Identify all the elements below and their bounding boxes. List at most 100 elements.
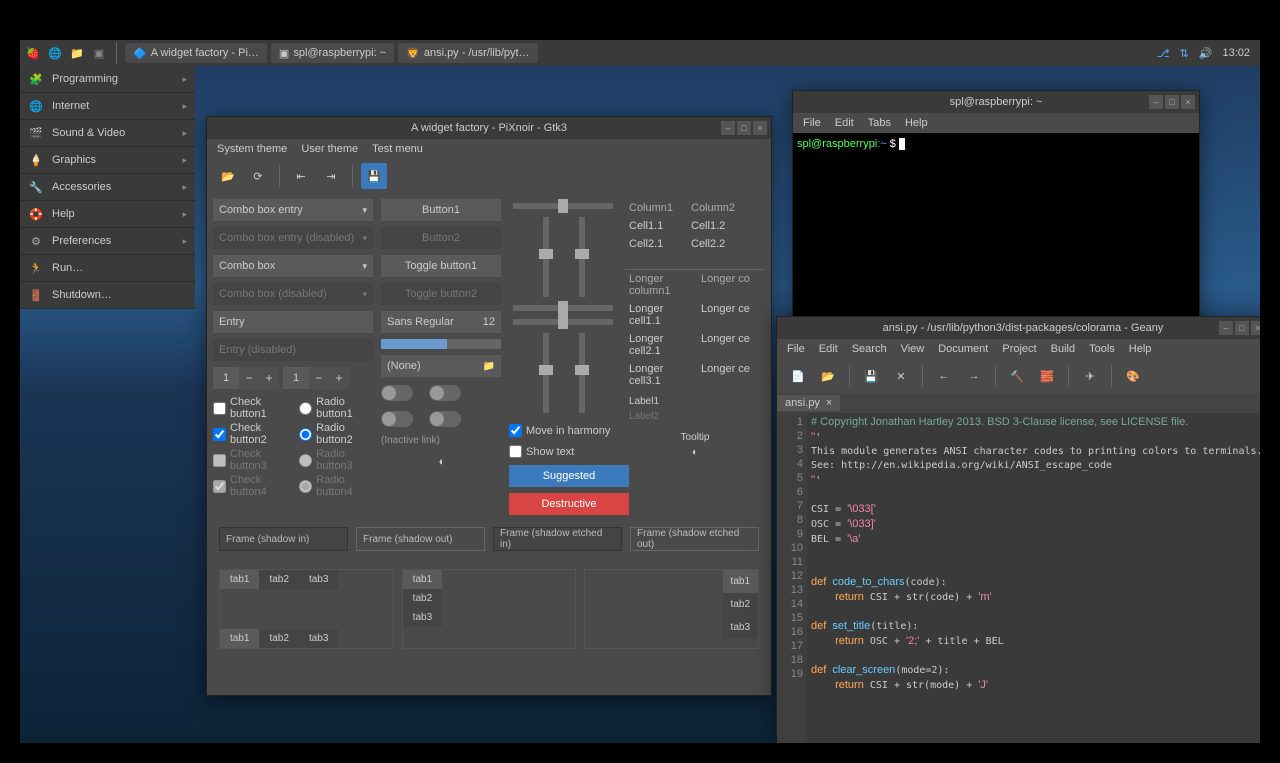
files-icon[interactable]: 📁	[68, 44, 86, 62]
tab-tab2[interactable]: tab2	[259, 629, 298, 648]
spin-plus-icon[interactable]: +	[329, 367, 349, 389]
menu-file[interactable]: File	[787, 343, 805, 355]
move-harmony[interactable]: Move in harmony	[509, 423, 619, 438]
code-editor[interactable]: # Copyright Jonathan Hartley 2013. BSD 3…	[807, 413, 1260, 743]
destructive-button[interactable]: Destructive	[509, 493, 629, 515]
spin-button-1[interactable]: −+	[213, 367, 279, 389]
toggle-1[interactable]: Toggle button1	[381, 255, 501, 277]
volume-icon[interactable]: 🔊	[1199, 47, 1213, 60]
switch-2-off[interactable]	[429, 385, 461, 401]
tab-tab1[interactable]: tab1	[723, 570, 758, 593]
menu-edit[interactable]: Edit	[835, 117, 854, 129]
file-chooser[interactable]: (None)	[381, 355, 501, 377]
color-icon[interactable]: 🎨	[1120, 363, 1146, 389]
menu-tabs[interactable]: Tabs	[868, 117, 891, 129]
table-row[interactable]: Longer cell3.1Longer ce	[625, 360, 765, 384]
spin-minus-icon[interactable]: −	[309, 367, 329, 389]
menu-item-shutdown-[interactable]: 🚪Shutdown…	[20, 282, 195, 309]
menu-view[interactable]: View	[901, 343, 925, 355]
menu-item-graphics[interactable]: 🍦Graphics▸	[20, 147, 195, 174]
titlebar[interactable]: A widget factory - PiXnoir - Gtk3 – □ ×	[207, 117, 771, 139]
run-icon[interactable]: ✈	[1077, 363, 1103, 389]
taskbar-task[interactable]: ▣spl@raspberrypi: ~	[271, 43, 394, 63]
new-file-icon[interactable]: 📄	[785, 363, 811, 389]
radio-2[interactable]: Radio button2	[299, 421, 375, 447]
maximize-icon[interactable]: □	[1235, 321, 1249, 335]
tab-tab1[interactable]: tab1	[220, 570, 259, 589]
show-text[interactable]: Show text	[509, 444, 619, 459]
minimize-icon[interactable]: –	[721, 121, 735, 135]
table-row[interactable]: Longer cell2.1Longer ce	[625, 330, 765, 360]
menu-help[interactable]: Help	[1129, 343, 1152, 355]
open-icon[interactable]: 📂	[215, 163, 241, 189]
taskbar-task[interactable]: 🦁ansi.py - /usr/lib/pyt…	[398, 43, 537, 63]
tab-tab1[interactable]: tab1	[403, 570, 442, 589]
menu-build[interactable]: Build	[1051, 343, 1075, 355]
menu-document[interactable]: Document	[938, 343, 988, 355]
refresh-icon[interactable]: ⟳	[245, 163, 271, 189]
maximize-icon[interactable]: □	[1165, 95, 1179, 109]
network-icon[interactable]: ⇅	[1180, 47, 1189, 60]
tree-view-2[interactable]: Longer column1Longer co Longer cell1.1Lo…	[625, 269, 765, 384]
spin-button-2[interactable]: −+	[283, 367, 349, 389]
tab-tab3[interactable]: tab3	[723, 616, 758, 639]
build-icon[interactable]: 🧱	[1034, 363, 1060, 389]
tab-tab2[interactable]: tab2	[403, 589, 442, 608]
font-button[interactable]: Sans Regular12	[381, 311, 501, 333]
titlebar[interactable]: ansi.py - /usr/lib/python3/dist-packages…	[777, 317, 1260, 339]
menu-item-accessories[interactable]: 🔧Accessories▸	[20, 174, 195, 201]
menu-item-internet[interactable]: 🌐Internet▸	[20, 93, 195, 120]
menu-help[interactable]: Help	[905, 117, 928, 129]
tab-tab3[interactable]: tab3	[299, 570, 338, 589]
tab-tab2[interactable]: tab2	[259, 570, 298, 589]
suggested-button[interactable]: Suggested	[509, 465, 629, 487]
scale-v2[interactable]	[579, 217, 585, 297]
switch-4-off[interactable]	[429, 411, 461, 427]
check-1[interactable]: Check button1	[213, 395, 291, 421]
taskbar-task[interactable]: 🔷A widget factory - Pi…	[125, 43, 267, 63]
table-row[interactable]: Longer cell1.1Longer ce	[625, 300, 765, 330]
button-1[interactable]: Button1	[381, 199, 501, 221]
menu-file[interactable]: File	[803, 117, 821, 129]
scale-h1[interactable]	[513, 203, 613, 209]
tree-view-1[interactable]: Column1Column2 Cell1.1Cell1.2Cell2.1Cell…	[625, 199, 765, 253]
compile-icon[interactable]: 🔨	[1004, 363, 1030, 389]
menu-item-programming[interactable]: 🧩Programming▸	[20, 66, 195, 93]
save-icon[interactable]: 💾	[858, 363, 884, 389]
scale-h2[interactable]	[513, 305, 613, 311]
scale-v1[interactable]	[543, 217, 549, 297]
terminal-icon[interactable]: ▣	[90, 44, 108, 62]
clock[interactable]: 13:02	[1222, 47, 1250, 59]
close-tab-icon[interactable]: ×	[826, 397, 832, 409]
jump-first-icon[interactable]: ⇤	[288, 163, 314, 189]
back-icon[interactable]: ←	[931, 363, 957, 389]
save-icon[interactable]: 💾	[361, 163, 387, 189]
menu-system-theme[interactable]: System theme	[217, 143, 287, 155]
table-row[interactable]: Cell1.1Cell1.2	[625, 217, 765, 235]
tab-ansi[interactable]: ansi.py×	[777, 395, 840, 411]
menu-search[interactable]: Search	[852, 343, 887, 355]
terminal-content[interactable]: spl@raspberrypi:~ $ _	[793, 133, 1199, 329]
globe-icon[interactable]: 🌐	[46, 44, 64, 62]
scale-v4[interactable]	[579, 333, 585, 413]
menu-test-menu[interactable]: Test menu	[372, 143, 423, 155]
text-entry[interactable]: Entry	[213, 311, 373, 333]
spin-minus-icon[interactable]: −	[239, 367, 259, 389]
menu-item-run-[interactable]: 🏃Run…	[20, 255, 195, 282]
menu-project[interactable]: Project	[1002, 343, 1036, 355]
menu-user-theme[interactable]: User theme	[301, 143, 358, 155]
jump-last-icon[interactable]: ⇥	[318, 163, 344, 189]
scale-v3[interactable]	[543, 333, 549, 413]
open-icon[interactable]: 📂	[815, 363, 841, 389]
menu-tools[interactable]: Tools	[1089, 343, 1115, 355]
close-icon[interactable]: ×	[1251, 321, 1260, 335]
raspberry-icon[interactable]: 🍓	[24, 44, 42, 62]
titlebar[interactable]: spl@raspberrypi: ~ – □ ×	[793, 91, 1199, 113]
close-icon[interactable]: ×	[1181, 95, 1195, 109]
bluetooth-icon[interactable]: ⎇	[1157, 47, 1170, 60]
table-row[interactable]: Cell2.1Cell2.2	[625, 235, 765, 253]
combo-box[interactable]: Combo box	[213, 255, 373, 277]
check-2[interactable]: Check button2	[213, 421, 291, 447]
menu-edit[interactable]: Edit	[819, 343, 838, 355]
scale-h3[interactable]	[513, 319, 613, 325]
